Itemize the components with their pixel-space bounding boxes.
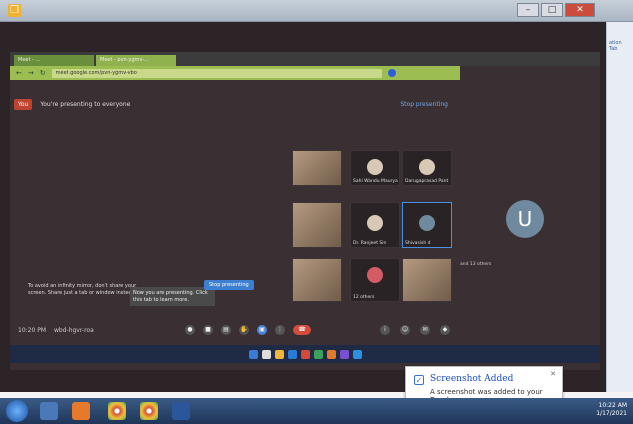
media-player-icon[interactable] [72, 402, 90, 420]
participant-tile[interactable]: Sahi Wandu Maurya [350, 150, 400, 186]
clock-time: 10:22 AM [598, 402, 627, 409]
people-icon[interactable]: ☺ [400, 325, 410, 335]
address-bar: ← → ↻ meet.google.com/pvn-ygmv-vbo [10, 66, 460, 80]
chat-icon[interactable]: ✉ [420, 325, 430, 335]
reload-icon[interactable]: ↻ [40, 69, 46, 77]
browser-tabbar: Meet - ... Meet - pvn-ygmv-... [10, 52, 600, 66]
browser-tab-1[interactable]: Meet - ... [14, 55, 94, 66]
present-icon[interactable]: ▣ [257, 325, 267, 335]
self-avatar: U [506, 200, 544, 238]
screenshot-notification[interactable]: ✓ Screenshot Added A screenshot was adde… [405, 366, 563, 404]
folder-icon[interactable] [274, 349, 284, 359]
checkbox-icon: ✓ [414, 375, 424, 385]
participant-name: Dr. Ranjeet Sin [353, 241, 387, 246]
hangup-button[interactable]: ☎ [293, 325, 311, 335]
raise-hand-icon[interactable]: ✋ [239, 325, 249, 335]
system-clock[interactable]: 10:22 AM 1/17/2021 [596, 402, 627, 418]
others-label: and 13 others [460, 262, 492, 267]
presenting-text: You're presenting to everyone [40, 100, 131, 108]
participant-name: Sahi Wandu Maurya [353, 179, 398, 184]
chrome-icon[interactable] [108, 402, 126, 420]
participant-tile[interactable]: 12 others [350, 258, 400, 302]
chrome-icon[interactable] [140, 402, 158, 420]
clock-date: 1/17/2021 [596, 409, 627, 417]
maximize-button[interactable]: □ [541, 3, 563, 17]
forward-icon[interactable]: → [28, 69, 34, 77]
search-icon[interactable] [261, 349, 271, 359]
meeting-controls: 10:20 PM wbd-hgvr-roa ● ■ ▤ ✋ ▣ ⋮ ☎ i ☺ … [10, 322, 600, 338]
avatar [419, 215, 435, 231]
window-controls: – □ ✕ [517, 3, 595, 17]
start-button[interactable] [6, 400, 28, 422]
side-controls: i ☺ ✉ ◆ [380, 325, 450, 335]
participant-video-tile[interactable] [292, 150, 342, 186]
stop-presenting-button[interactable]: Stop presenting [204, 280, 254, 290]
avatar [419, 159, 435, 175]
presenting-tooltip: Now you are presenting. Click this tab t… [130, 287, 215, 306]
word-icon[interactable] [172, 402, 190, 420]
activities-icon[interactable]: ◆ [440, 325, 450, 335]
captions-icon[interactable]: ▤ [221, 325, 231, 335]
participant-name: 12 others [353, 295, 375, 300]
stop-presenting-link[interactable]: Stop presenting [400, 101, 448, 108]
inner-taskbar [10, 345, 600, 363]
browser-tab-2[interactable]: Meet - pvn-ygmv-... [96, 55, 176, 66]
windows-icon[interactable] [248, 349, 258, 359]
notification-title: Screenshot Added [430, 374, 514, 384]
avatar [367, 215, 383, 231]
participant-tile-selected[interactable]: Shivasish d [402, 202, 452, 248]
avatar [367, 159, 383, 175]
window-titlebar: ❐ – □ ✕ [0, 0, 633, 22]
control-buttons: ● ■ ▤ ✋ ▣ ⋮ ☎ [185, 325, 311, 335]
edge-icon[interactable] [287, 349, 297, 359]
share-warning-text: To avoid an infinity mirror, don't share… [28, 283, 137, 296]
back-icon[interactable]: ← [16, 69, 22, 77]
mic-icon[interactable]: ● [185, 325, 195, 335]
info-icon[interactable]: i [380, 325, 390, 335]
meeting-time: 10:20 PM [18, 326, 46, 334]
more-icon[interactable]: ⋮ [275, 325, 285, 335]
explorer-icon[interactable] [40, 402, 58, 420]
participant-video-tile[interactable] [402, 258, 452, 302]
presenting-bar: You You're presenting to everyone Stop p… [10, 96, 600, 112]
close-button[interactable]: ✕ [565, 3, 595, 17]
close-icon[interactable]: ✕ [550, 370, 556, 378]
participant-video-tile[interactable] [292, 258, 342, 302]
profile-icon[interactable] [387, 69, 396, 77]
minimize-button[interactable]: – [517, 3, 539, 17]
app-icon[interactable] [326, 349, 336, 359]
participant-name: Darugaprasad Pant [405, 179, 449, 184]
camera-icon[interactable]: ■ [203, 325, 213, 335]
dropbox-app-icon: ❐ [8, 4, 21, 17]
participant-tile[interactable]: Dr. Ranjeet Sin [350, 202, 400, 248]
presenter-badge: You [14, 98, 33, 110]
meeting-code: wbd-hgvr-roa [54, 326, 94, 334]
app-icon[interactable] [352, 349, 362, 359]
taskbar: 10:22 AM 1/17/2021 [0, 398, 633, 424]
app-icon[interactable] [339, 349, 349, 359]
app-icon[interactable] [313, 349, 323, 359]
participant-tile[interactable]: Darugaprasad Pant [402, 150, 452, 186]
chrome-icon[interactable] [300, 349, 310, 359]
participant-video-tile[interactable] [292, 202, 342, 248]
participant-name: Shivasish d [405, 241, 431, 246]
side-strip-text: ation Tab [609, 40, 622, 52]
document-side-strip: ation Tab [606, 22, 633, 392]
avatar [367, 267, 383, 283]
url-field[interactable]: meet.google.com/pvn-ygmv-vbo [51, 68, 382, 78]
